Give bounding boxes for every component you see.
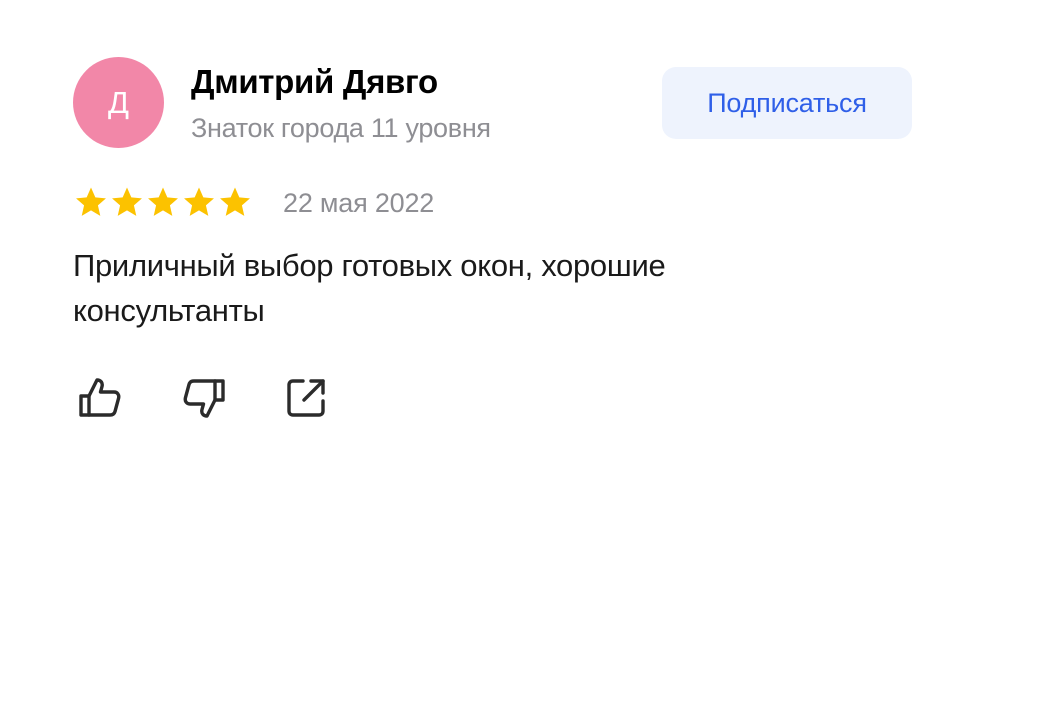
subscribe-button[interactable]: Подписаться [662, 67, 912, 139]
star-icon [112, 187, 142, 216]
star-icon [184, 187, 214, 216]
avatar[interactable]: Д [73, 57, 164, 148]
thumbs-down-icon[interactable] [179, 374, 227, 422]
star-icon [76, 187, 106, 216]
share-icon[interactable] [282, 374, 330, 422]
author-level: Знаток города 11 уровня [191, 113, 491, 143]
review-text: Приличный выбор готовых окон, хорошие ко… [73, 248, 666, 328]
star-icon [148, 187, 178, 216]
star-rating [74, 185, 252, 221]
review-date: 22 мая 2022 [283, 188, 435, 218]
review-card: Д Дмитрий Дявго Знаток города 11 уровня … [0, 0, 1050, 720]
star-icon [220, 187, 250, 216]
avatar-letter: Д [108, 85, 129, 120]
author-name[interactable]: Дмитрий Дявго [191, 63, 438, 101]
thumbs-up-icon[interactable] [77, 374, 125, 422]
